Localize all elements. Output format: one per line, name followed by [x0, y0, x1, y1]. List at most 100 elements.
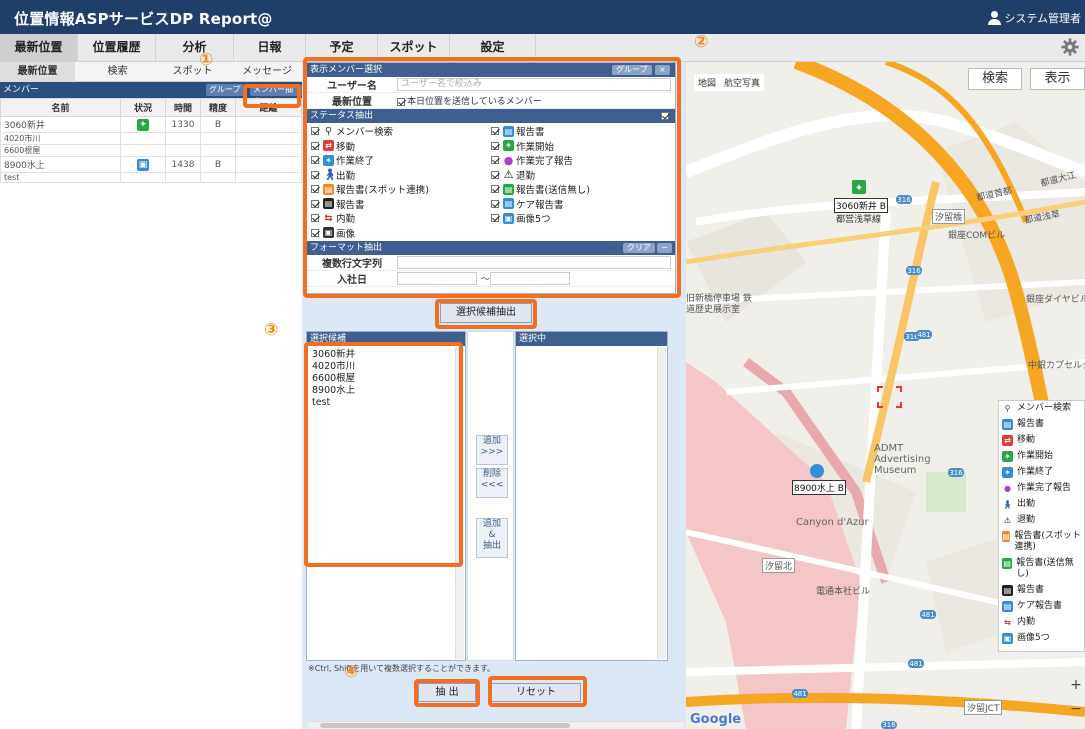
col-time[interactable]: 時間	[165, 98, 201, 117]
legend-item: ⚲ メンバー検索	[1002, 403, 1081, 414]
legend-item: ▤ 報告書(送信無し)	[1002, 558, 1074, 579]
person-search-icon: ⚲	[1002, 403, 1013, 414]
remove-button[interactable]: 削除 <<<	[476, 468, 508, 498]
app-header: 位置情報ASPサービスDP Report@ システム管理者	[0, 0, 1085, 34]
horizontal-scrollbar[interactable]	[308, 721, 684, 729]
work-end-icon: ✦	[1002, 467, 1013, 478]
tab-latest[interactable]: 最新位置	[0, 34, 78, 61]
col-name[interactable]: 名前	[0, 98, 121, 117]
zoom-in-button[interactable]: +	[1069, 678, 1083, 692]
legend-item: ▤ 報告書	[1002, 585, 1045, 596]
table-row[interactable]: 8900水上 ▣ 1438 B	[0, 156, 302, 173]
callout-4: ④	[344, 662, 359, 682]
user-icon	[988, 11, 1002, 25]
svg-text:316: 316	[907, 267, 921, 275]
member-name: 4020市川	[0, 132, 121, 145]
subtab-latest[interactable]: 最新位置	[0, 62, 75, 82]
col-accuracy[interactable]: 精度	[200, 98, 236, 117]
poi-label: Canyon d'Azur	[796, 517, 869, 528]
poi-label: 中銀カプセルタワー	[1028, 361, 1085, 371]
add-button[interactable]: 追加 >>>	[476, 435, 508, 465]
group-button[interactable]: グループ	[206, 84, 244, 96]
poi-label: 銀座ダイヤビル	[1026, 295, 1085, 305]
highlight-member-extract	[243, 84, 301, 108]
add-extract-button[interactable]: 追加 & 抽出	[476, 518, 508, 558]
member-table: 名前 状況 時間 精度 距離 3060新井 ✦ 1330 B 4020市川 66…	[0, 98, 302, 183]
legend-item: 🚶︎ 出勤	[1002, 499, 1036, 510]
map-view[interactable]: ✦ 316 316 316 316 481 481 481 481 316 地図…	[686, 62, 1085, 729]
legend-item: ⇆ 内勤	[1002, 617, 1081, 628]
sub-tabs: 最新位置 検索 スポット メッセージ	[0, 62, 302, 82]
map-display-button[interactable]: 表示	[1030, 68, 1085, 90]
report-unsent-icon: ▤	[1002, 558, 1013, 569]
member-name: 8900水上	[0, 156, 121, 173]
map-legend: ⚲ メンバー検索 ▤ 報告書 ⇄ 移動 ✦ 作業開始 ✦ 作業終了 ● 作業完了報告 🚶︎ 出…	[998, 400, 1085, 652]
legend-item: ▣ 画像5つ	[1002, 633, 1050, 644]
svg-text:481: 481	[917, 331, 930, 339]
tab-history[interactable]: 位置履歴	[78, 34, 156, 61]
move-icon: ⇄	[1002, 435, 1013, 446]
report-icon: ▣	[137, 158, 149, 171]
member-pin-label[interactable]: 3060新井 B	[834, 198, 888, 213]
table-row[interactable]: test	[0, 172, 302, 183]
legend-item: ● 作業完了報告	[1002, 483, 1072, 494]
map-pill: 汐留北	[762, 558, 796, 573]
map-search-button[interactable]: 検索	[968, 68, 1022, 90]
member-pin-label[interactable]: 8900水上 B	[792, 480, 846, 495]
work-start-icon: ✦	[137, 118, 149, 131]
legend-item: ✦ 作業終了	[1002, 467, 1081, 478]
selected-panel: 選択中	[515, 331, 668, 661]
image5-icon: ▣	[1002, 633, 1013, 644]
map-pill: 汐留橋	[932, 209, 966, 224]
report-icon: ▤	[1002, 419, 1013, 430]
poi-label: 旧新橋停車場 鉄道歴史展示室	[686, 294, 752, 315]
subtab-message[interactable]: メッセージ	[232, 62, 302, 82]
member-time: 1330	[165, 116, 201, 133]
gear-icon[interactable]	[1061, 38, 1079, 56]
table-row[interactable]: 4020市川	[0, 132, 302, 145]
work-start-icon: ✦	[1002, 451, 1013, 462]
legend-item: ▤ 報告書(スポット連携)	[1002, 531, 1081, 552]
map-type-switch: 地図 航空写真	[694, 74, 765, 91]
svg-text:✦: ✦	[855, 183, 863, 194]
tab-daily[interactable]: 日報	[234, 34, 306, 61]
member-name: 6600根屋	[0, 144, 121, 157]
poi-label: 電通本社ビル	[816, 587, 871, 597]
warning-icon: ⚠	[1002, 515, 1013, 526]
zoom-out-button[interactable]: −	[1069, 702, 1083, 716]
move-buttons: 追加 >>> 削除 <<< 追加 & 抽出	[467, 331, 514, 661]
google-logo: Google	[690, 712, 742, 727]
member-acc: B	[200, 116, 236, 133]
legend-item: ▤ ケア報告書	[1002, 601, 1063, 612]
svg-text:481: 481	[793, 690, 806, 698]
highlight-filter-dialog	[303, 57, 681, 298]
member-name: 3060新井	[0, 116, 121, 133]
selected-scrollbar[interactable]	[657, 347, 666, 659]
map-type-map[interactable]: 地図	[698, 76, 716, 89]
inside-work-icon: ⇆	[1002, 617, 1013, 628]
user-menu[interactable]: システム管理者	[988, 10, 1081, 26]
map-type-photo[interactable]: 航空写真	[724, 76, 760, 89]
col-status[interactable]: 状況	[120, 98, 166, 117]
callout-1: ①	[199, 50, 214, 70]
spot-report-icon: ▤	[1002, 531, 1011, 542]
care-report-icon: ▤	[1002, 601, 1013, 612]
report-dark-icon: ▤	[1002, 585, 1013, 596]
tab-analysis[interactable]: 分析	[156, 34, 234, 61]
station-label: 都営浅草線	[836, 215, 882, 225]
svg-text:316: 316	[882, 721, 896, 729]
multi-select-note: ※Ctrl, Shiftを用いて複数選択することができます。	[308, 664, 496, 673]
user-name: システム管理者	[1004, 12, 1081, 25]
subtab-spot[interactable]: スポット	[155, 62, 230, 82]
map-pill: 汐留JCT	[964, 700, 1003, 715]
table-row[interactable]: 3060新井 ✦ 1330 B	[0, 116, 302, 133]
subtab-search[interactable]: 検索	[80, 62, 155, 82]
walk-icon: 🚶︎	[1002, 499, 1013, 510]
member-time: 1438	[165, 156, 201, 173]
table-row[interactable]: 6600根屋	[0, 144, 302, 157]
legend-item: ▤ 報告書	[1002, 419, 1045, 430]
callout-3: ③	[264, 320, 279, 340]
legend-item: ✦ 作業開始	[1002, 451, 1081, 462]
svg-text:481: 481	[921, 611, 934, 619]
member-bar-label: メンバー	[3, 85, 40, 95]
